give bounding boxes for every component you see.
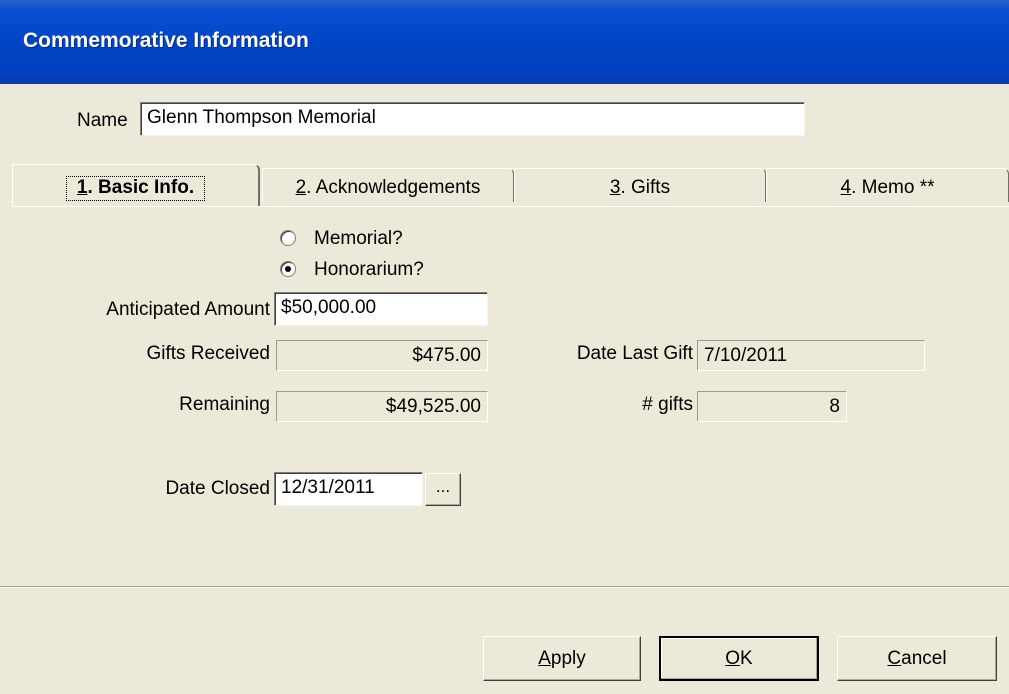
cancel-button-key: C: [887, 648, 902, 669]
tab-basic-info-label: . Basic Info.: [87, 177, 195, 198]
tab-memo[interactable]: 4. Memo **: [766, 168, 1009, 202]
gifts-received-label: Gifts Received: [146, 343, 270, 364]
tab-acknowledgements-key: 2: [295, 177, 307, 198]
tab-gifts-label: . Gifts: [620, 177, 671, 198]
window-title: Commemorative Information: [23, 29, 309, 52]
num-gifts-field: 8: [697, 391, 847, 422]
date-closed-value: 12/31/2011: [281, 477, 375, 498]
tab-panel-basic-info: [12, 206, 1009, 584]
name-input[interactable]: Glenn Thompson Memorial: [140, 102, 805, 136]
date-picker-button[interactable]: ...: [425, 473, 461, 506]
cancel-button-label: ancel: [901, 648, 947, 669]
remaining-field: $49,525.00: [276, 391, 488, 422]
ok-button[interactable]: OK: [659, 636, 819, 681]
tab-basic-info-key: 1: [76, 177, 88, 198]
tab-basic-info[interactable]: 1. Basic Info.: [12, 164, 260, 206]
date-last-gift-value: 7/10/2011: [704, 345, 788, 366]
honorarium-label: Honorarium?: [314, 259, 424, 280]
anticipated-amount-value: $50,000.00: [281, 297, 377, 318]
ok-button-label: K: [740, 648, 753, 669]
memorial-radio[interactable]: [280, 230, 296, 246]
gifts-received-value: $475.00: [412, 345, 481, 366]
radio-selected-dot: [285, 266, 291, 272]
anticipated-amount-input[interactable]: $50,000.00: [274, 292, 488, 326]
apply-button-label: pply: [550, 648, 586, 669]
ok-button-key: O: [725, 648, 741, 669]
apply-button[interactable]: Apply: [483, 636, 641, 681]
title-bar[interactable]: Commemorative Information: [0, 0, 1009, 84]
remaining-value: $49,525.00: [385, 396, 481, 417]
honorarium-radio[interactable]: [280, 261, 296, 277]
tab-gifts[interactable]: 3. Gifts: [514, 168, 766, 202]
tab-gifts-key: 3: [609, 177, 621, 198]
memorial-label: Memorial?: [314, 228, 403, 249]
num-gifts-label: # gifts: [642, 394, 693, 415]
tab-memo-key: 4: [840, 177, 852, 198]
apply-button-key: A: [538, 648, 551, 669]
remaining-label: Remaining: [179, 394, 270, 415]
name-value: Glenn Thompson Memorial: [147, 107, 376, 128]
date-last-gift-label: Date Last Gift: [576, 343, 693, 364]
date-closed-label: Date Closed: [165, 478, 270, 499]
date-closed-input[interactable]: 12/31/2011: [274, 472, 423, 506]
anticipated-amount-label: Anticipated Amount: [106, 299, 270, 320]
divider-highlight: [0, 587, 1009, 588]
tab-strip: 1. Basic Info. 2. Acknowledgements 3. Gi…: [12, 164, 1009, 208]
tab-acknowledgements-label: . Acknowledgements: [306, 177, 481, 198]
date-last-gift-field: 7/10/2011: [697, 340, 925, 371]
gifts-received-field: $475.00: [276, 340, 488, 371]
tab-acknowledgements[interactable]: 2. Acknowledgements: [262, 168, 514, 202]
cancel-button[interactable]: Cancel: [837, 636, 997, 681]
name-label: Name: [77, 110, 128, 131]
num-gifts-value: 8: [829, 396, 840, 417]
date-picker-button-label: ...: [435, 477, 451, 496]
tab-memo-label: . Memo **: [851, 177, 935, 198]
